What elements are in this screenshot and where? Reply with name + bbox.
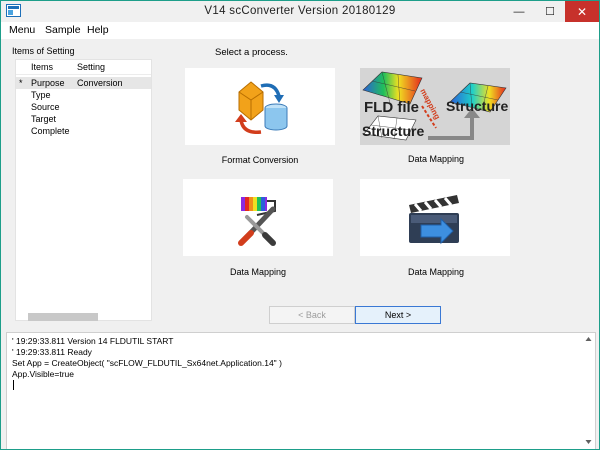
title-bar: V14 scConverter Version 20180129 — ☐ ✕ [1,1,599,22]
column-header-items[interactable]: Items [31,62,53,72]
structure-caption-top: Structure [446,98,508,114]
row-item: Purpose [31,78,65,88]
clapperboard-icon [409,195,459,245]
card-data-mapping-tools[interactable] [183,179,333,256]
structure-caption-bottom: Structure [362,123,424,139]
settings-list-header: Items Setting [16,60,151,75]
scroll-up-arrow-icon [585,337,592,341]
log-output[interactable]: ' 19:29:33.811 Version 14 FLDUTIL START … [6,332,596,449]
fld-file-caption: FLD file [364,99,419,116]
settings-horizontal-scrollbar[interactable] [28,313,98,321]
card-format-conversion-label[interactable]: Format Conversion [190,155,330,165]
fld-mapping-image: FLD file mapping Structure Structure [360,68,510,145]
back-button[interactable]: < Back [269,306,355,324]
row-item: Source [31,102,60,112]
app-window: V14 scConverter Version 20180129 — ☐ ✕ M… [0,0,600,450]
close-button[interactable]: ✕ [565,1,599,22]
menu-bar: Menu Sample Help [1,22,599,39]
settings-row-target[interactable]: Target [16,113,151,125]
row-item: Type [31,90,51,100]
menu-item-sample[interactable]: Sample [45,24,81,36]
settings-row-purpose[interactable]: * Purpose Conversion [16,77,151,89]
menu-item-help[interactable]: Help [87,24,109,36]
settings-row-source[interactable]: Source [16,101,151,113]
settings-row-type[interactable]: Type [16,89,151,101]
log-line: ' 19:29:33.811 Version 14 FLDUTIL START [12,336,174,346]
card-data-mapping-fld[interactable]: FLD file mapping Structure Structure [360,68,510,145]
minimize-button[interactable]: — [504,1,534,22]
card-data-mapping-video-label[interactable]: Data Mapping [366,267,506,277]
card-data-mapping-tools-label[interactable]: Data Mapping [188,267,328,277]
row-item: Complete [31,126,70,136]
menu-item-menu[interactable]: Menu [9,24,35,36]
row-setting: Conversion [77,78,123,88]
current-step-marker: * [19,78,23,88]
log-line: Set App = CreateObject( "scFLOW_FLDUTIL_… [12,358,282,368]
select-process-label: Select a process. [215,47,288,58]
column-header-setting[interactable]: Setting [77,62,105,72]
card-data-mapping-fld-label[interactable]: Data Mapping [366,154,506,164]
settings-panel-title: Items of Setting [12,46,75,56]
settings-list[interactable]: Items Setting * Purpose Conversion Type … [15,59,152,321]
maximize-button[interactable]: ☐ [535,1,565,22]
log-vertical-scrollbar[interactable] [584,335,593,446]
text-cursor [13,380,14,390]
log-line: ' 19:29:33.811 Ready [12,347,92,357]
card-format-conversion[interactable] [185,68,335,145]
card-data-mapping-video[interactable] [360,179,510,256]
scroll-down-arrow-icon [585,440,592,444]
row-item: Target [31,114,57,124]
format-conversion-icon [235,81,288,134]
tools-icon [238,197,276,246]
settings-panel: Items of Setting Items Setting * Purpose… [9,42,154,324]
log-line: App.Visible=true [12,369,74,379]
settings-row-complete[interactable]: Complete [16,125,151,137]
next-button[interactable]: Next > [355,306,441,324]
